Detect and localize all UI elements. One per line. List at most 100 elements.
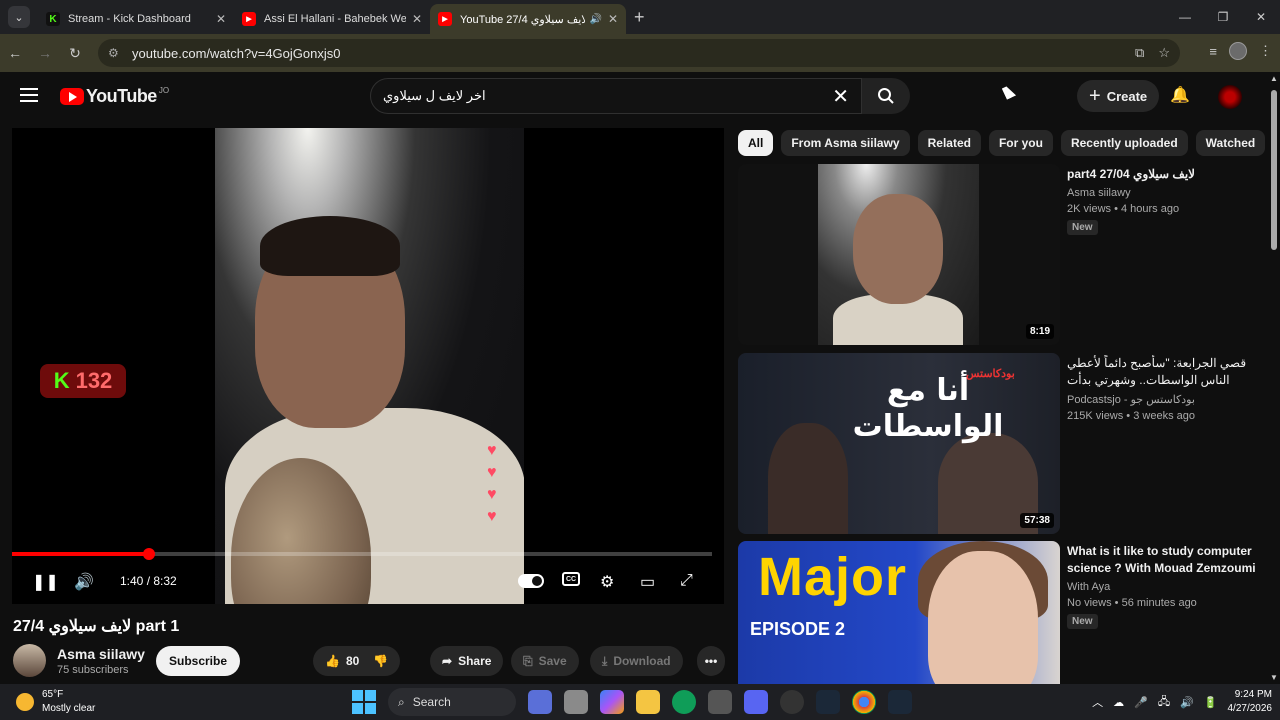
show-hidden-icons-chevron-icon[interactable]: ︿ [1092,694,1103,710]
weather-widget[interactable]: 65°F Mostly clear [16,688,95,716]
create-button[interactable]: + Create [1077,80,1160,112]
chrome-icon[interactable] [852,690,876,714]
video-thumbnail[interactable]: أنا مع الواسطات بودكاستس 57:38 [738,353,1060,534]
subscribe-button[interactable]: Subscribe [156,646,241,676]
time-total: 8:32 [153,574,177,588]
hamburger-menu-icon[interactable] [20,88,38,102]
chip-related[interactable]: Related [917,130,981,156]
steam-icon[interactable] [816,690,840,714]
new-tab-icon[interactable]: + [634,7,645,28]
obs-icon[interactable] [780,690,804,714]
search-button[interactable] [862,78,910,114]
browser-tab-active[interactable]: ▶ YouTube 27/4 لايف سيلاوي 🔊 ✕ [430,4,626,34]
bookmark-star-icon[interactable]: ☆ [1158,45,1170,61]
fullscreen-icon[interactable]: ⤢ [680,572,693,590]
scroll-down-arrow-icon[interactable]: ▼ [1270,673,1278,682]
recommendation-item[interactable]: Major EPISODE 2 What is it like to study… [738,541,1268,684]
volume-icon[interactable]: 🔊 [1180,696,1194,709]
browser-tab-kick[interactable]: K Stream - Kick Dashboard ✕ [38,4,234,34]
browser-tab-assi[interactable]: ▶ Assi El Hallani - Bahebek We Bg ✕ [234,4,430,34]
subtitles-icon[interactable]: CC [562,572,580,586]
clear-search-icon[interactable]: ✕ [832,84,849,109]
reload-icon[interactable]: ↻ [60,45,90,62]
speaker-icon[interactable]: 🔊 [589,14,601,25]
youtube-logo[interactable]: YouTube JO [60,86,169,107]
widgets-icon[interactable] [528,690,552,714]
share-button[interactable]: ➦ Share [430,646,504,676]
maximize-icon[interactable]: ❐ [1204,0,1242,34]
page-scrollbar[interactable]: ▲ ▼ [1268,72,1280,684]
kick-viewer-count: 132 [75,368,113,393]
back-icon[interactable]: ← [0,45,30,61]
chip-from-channel[interactable]: From Asma siilawy [781,130,910,156]
edge-browser-icon[interactable] [672,690,696,714]
discord-icon[interactable] [744,690,768,714]
recommendation-channel[interactable]: With Aya [1067,581,1263,593]
close-tab-icon[interactable]: ✕ [412,12,422,26]
recommendation-title[interactable]: part4 27/04 لايف سيلاوي [1067,166,1263,183]
progress-scrubber-handle[interactable] [142,548,155,560]
channel-avatar[interactable] [13,644,46,677]
microphone-icon[interactable]: 🎤 [1134,696,1148,709]
channel-name[interactable]: Asma siilawy [57,646,145,662]
steam-icon[interactable] [888,690,912,714]
onedrive-cloud-icon[interactable]: ☁ [1113,696,1124,709]
video-thumbnail[interactable]: Major EPISODE 2 [738,541,1060,684]
dislike-thumb-icon[interactable]: 👎 [373,654,388,668]
profile-avatar[interactable] [1229,42,1247,60]
chip-all[interactable]: All [738,130,774,156]
network-icon[interactable]: 🖧 [1158,693,1170,712]
recommendation-channel[interactable]: Asma siilawy [1067,187,1263,199]
close-window-icon[interactable]: ✕ [1242,0,1280,34]
account-avatar[interactable] [1218,85,1242,109]
video-player[interactable]: ♥ ♥ ♥ ♥ K 132 [12,128,724,604]
site-info-icon[interactable]: ⚙ [108,46,124,60]
video-thumbnail[interactable]: 8:19 [738,164,1060,345]
scrollbar-thumb[interactable] [1271,90,1277,250]
subscriber-count: 75 subscribers [57,664,129,676]
chip-recently-uploaded[interactable]: Recently uploaded [1060,130,1188,156]
copilot-icon[interactable] [600,690,624,714]
taskbar-search[interactable]: ⌕ Search [388,688,516,716]
share-label: Share [458,654,492,668]
more-actions-icon[interactable]: ••• [697,646,725,676]
search-box[interactable]: اخر لايف ل سيلاوي ✕ [370,78,862,114]
clock[interactable]: 9:24 PM 4/27/2026 [1228,688,1273,716]
file-explorer-icon[interactable] [636,690,660,714]
install-app-icon[interactable]: ⧉ [1135,45,1144,61]
close-tab-icon[interactable]: ✕ [216,12,226,26]
chip-watched[interactable]: Watched [1195,130,1266,156]
forward-icon[interactable]: → [30,45,60,61]
autoplay-toggle[interactable] [518,574,544,588]
minimize-icon[interactable]: — [1166,0,1204,34]
save-button[interactable]: ⎘ Save [511,646,579,676]
media-controls-icon[interactable]: ≡ [1209,44,1217,59]
url-bar[interactable]: ⚙ youtube.com/watch?v=4GojGonxjs0 ⧉ ☆ [98,39,1180,67]
notifications-bell-icon[interactable]: 🔔 [1170,85,1190,105]
settings-gear-icon[interactable]: ⚙ [600,572,614,592]
volume-icon[interactable]: 🔊 [74,572,94,592]
download-button[interactable]: ⤓ Download [590,646,683,676]
pause-icon[interactable]: ❚❚ [32,572,59,592]
theater-mode-icon[interactable]: ▭ [640,572,655,592]
recommendation-item[interactable]: أنا مع الواسطات بودكاستس 57:38 قصي الجرا… [738,353,1268,537]
browser-tab-strip: ⌄ K Stream - Kick Dashboard ✕ ▶ Assi El … [0,0,1280,34]
recommendation-channel[interactable]: Podcastsjo - بودكاستس جو [1067,393,1263,406]
search-input[interactable]: اخر لايف ل سيلاوي [383,88,832,104]
like-thumb-icon[interactable]: 👍 [325,654,340,668]
recommendation-item[interactable]: 8:19 part4 27/04 لايف سيلاوي Asma siilaw… [738,164,1268,348]
recommendation-title[interactable]: What is it like to study computer scienc… [1067,543,1263,577]
like-count[interactable]: 80 [346,654,359,668]
save-label: Save [538,654,567,668]
close-tab-icon[interactable]: ✕ [608,12,618,26]
chip-for-you[interactable]: For you [988,130,1053,156]
recommendation-title[interactable]: قصي الجرابعة: "سأصبح دائماً لأعطي الناس … [1067,355,1263,389]
browser-menu-icon[interactable]: ⋮ [1259,43,1272,59]
tab-search-chevron-icon[interactable]: ⌄ [8,6,30,28]
windows-start-icon[interactable] [352,690,376,714]
task-view-icon[interactable] [564,690,588,714]
scroll-up-arrow-icon[interactable]: ▲ [1270,74,1278,83]
battery-icon[interactable]: 🔋 [1204,696,1218,709]
microsoft-store-icon[interactable] [708,690,732,714]
video-progress-bar[interactable] [12,548,712,560]
